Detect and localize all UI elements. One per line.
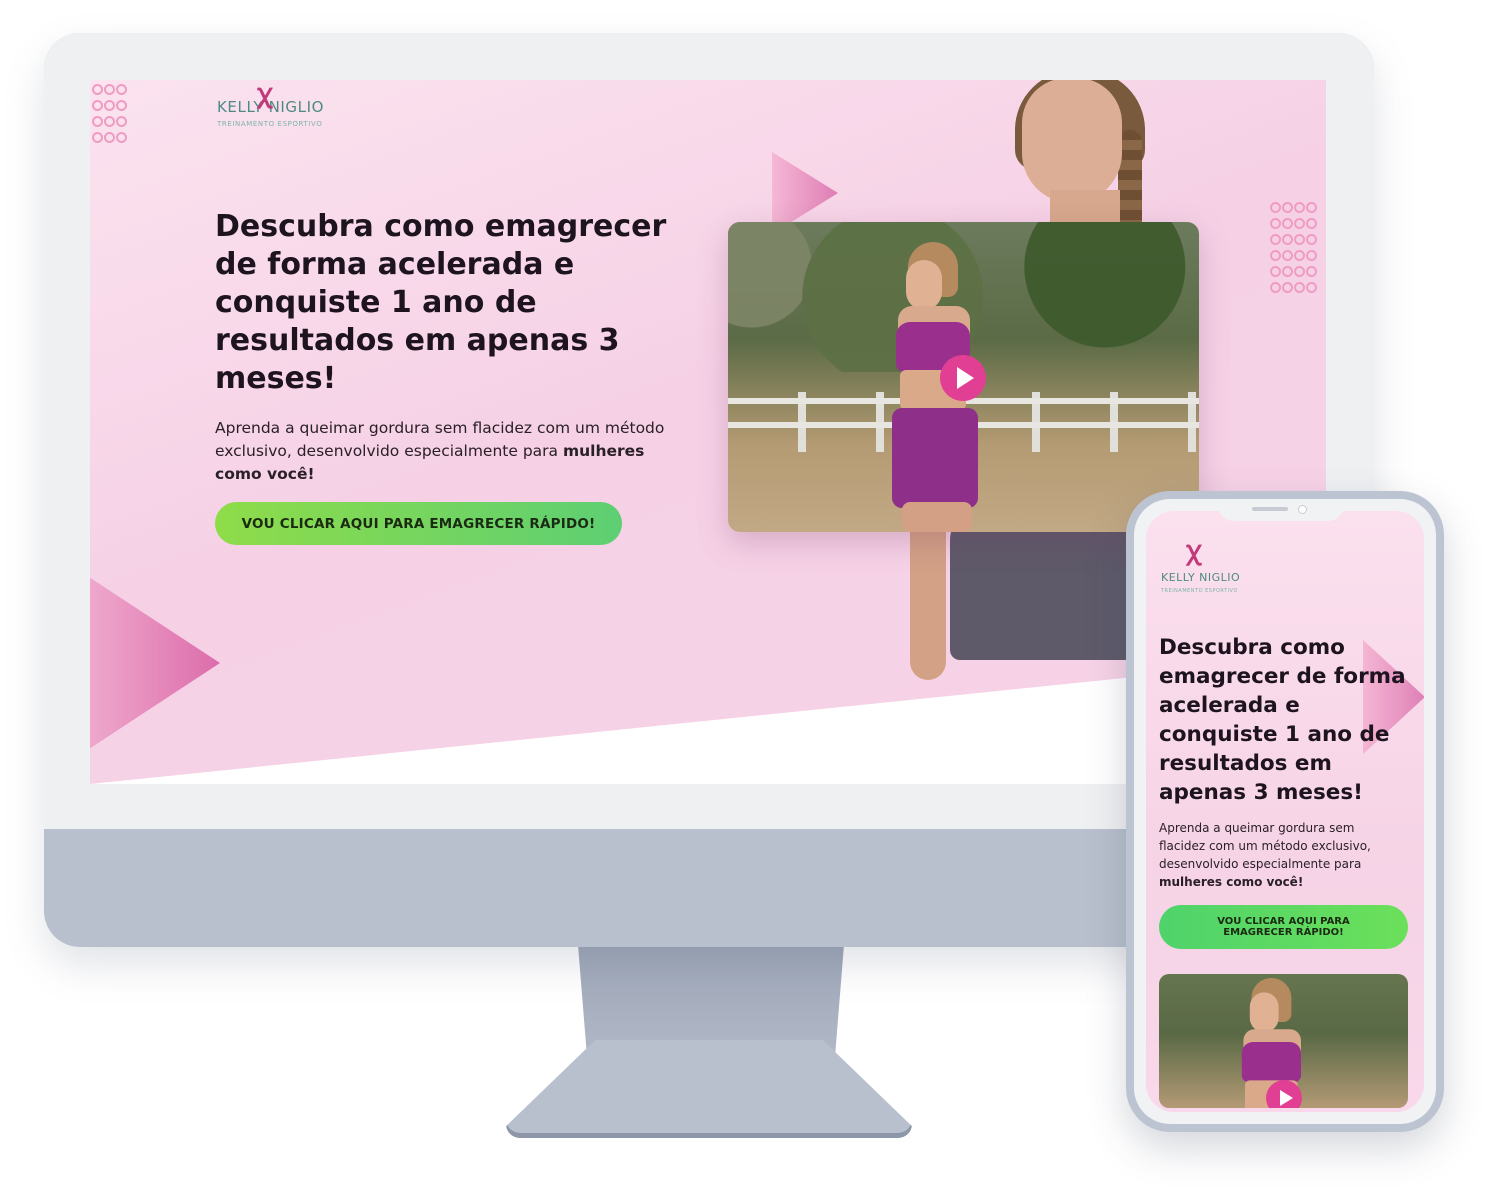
hero-headline: Descubra como emagrecer de forma acelera…: [215, 209, 667, 396]
play-icon[interactable]: [940, 355, 986, 401]
mobile-athlete-image: [1229, 978, 1301, 1108]
brand-logo[interactable]: ꭓ KELLY NIGLIO TREINAMENTO ESPORTIVO: [217, 80, 324, 128]
decorative-dots-left: [92, 84, 127, 143]
mobile-hero-description-text: Aprenda a queimar gordura sem flacidez c…: [1159, 821, 1371, 871]
mobile-landing-page: ꭓ KELLY NIGLIO TREINAMENTO ESPORTIVO Des…: [1146, 511, 1424, 1112]
phone-camera-icon: [1298, 505, 1307, 514]
logo-mark-icon: ꭓ: [257, 80, 272, 108]
mobile-hero-description-bold: mulheres como você!: [1159, 875, 1304, 889]
mobile-play-icon[interactable]: [1266, 1080, 1302, 1108]
mobile-logo-mark-icon: ꭓ: [1186, 535, 1201, 565]
cta-button[interactable]: VOU CLICAR AQUI PARA EMAGRECER RÁPIDO!: [215, 502, 622, 545]
video-thumbnail[interactable]: [728, 222, 1199, 532]
mobile-phone: ꭓ KELLY NIGLIO TREINAMENTO ESPORTIVO Des…: [1126, 491, 1444, 1132]
decorative-dots-right: [1270, 202, 1317, 293]
hero-description: Aprenda a queimar gordura sem flacidez c…: [215, 417, 690, 486]
mobile-hero-headline: Descubra como emagrecer de forma acelera…: [1159, 635, 1406, 805]
mobile-brand-tagline: TREINAMENTO ESPORTIVO: [1161, 588, 1238, 594]
monitor-stand-base: [506, 1040, 912, 1138]
mobile-cta-button[interactable]: VOU CLICAR AQUI PARA EMAGRECER RÁPIDO!: [1159, 905, 1408, 949]
phone-frame: ꭓ KELLY NIGLIO TREINAMENTO ESPORTIVO Des…: [1134, 499, 1436, 1124]
mobile-video-thumbnail[interactable]: [1159, 974, 1408, 1108]
mobile-brand-name[interactable]: KELLY NIGLIO: [1161, 571, 1240, 584]
mobile-hero-description: Aprenda a queimar gordura sem flacidez c…: [1159, 819, 1399, 891]
phone-speaker: [1252, 507, 1288, 511]
brand-tagline: TREINAMENTO ESPORTIVO: [217, 120, 323, 128]
